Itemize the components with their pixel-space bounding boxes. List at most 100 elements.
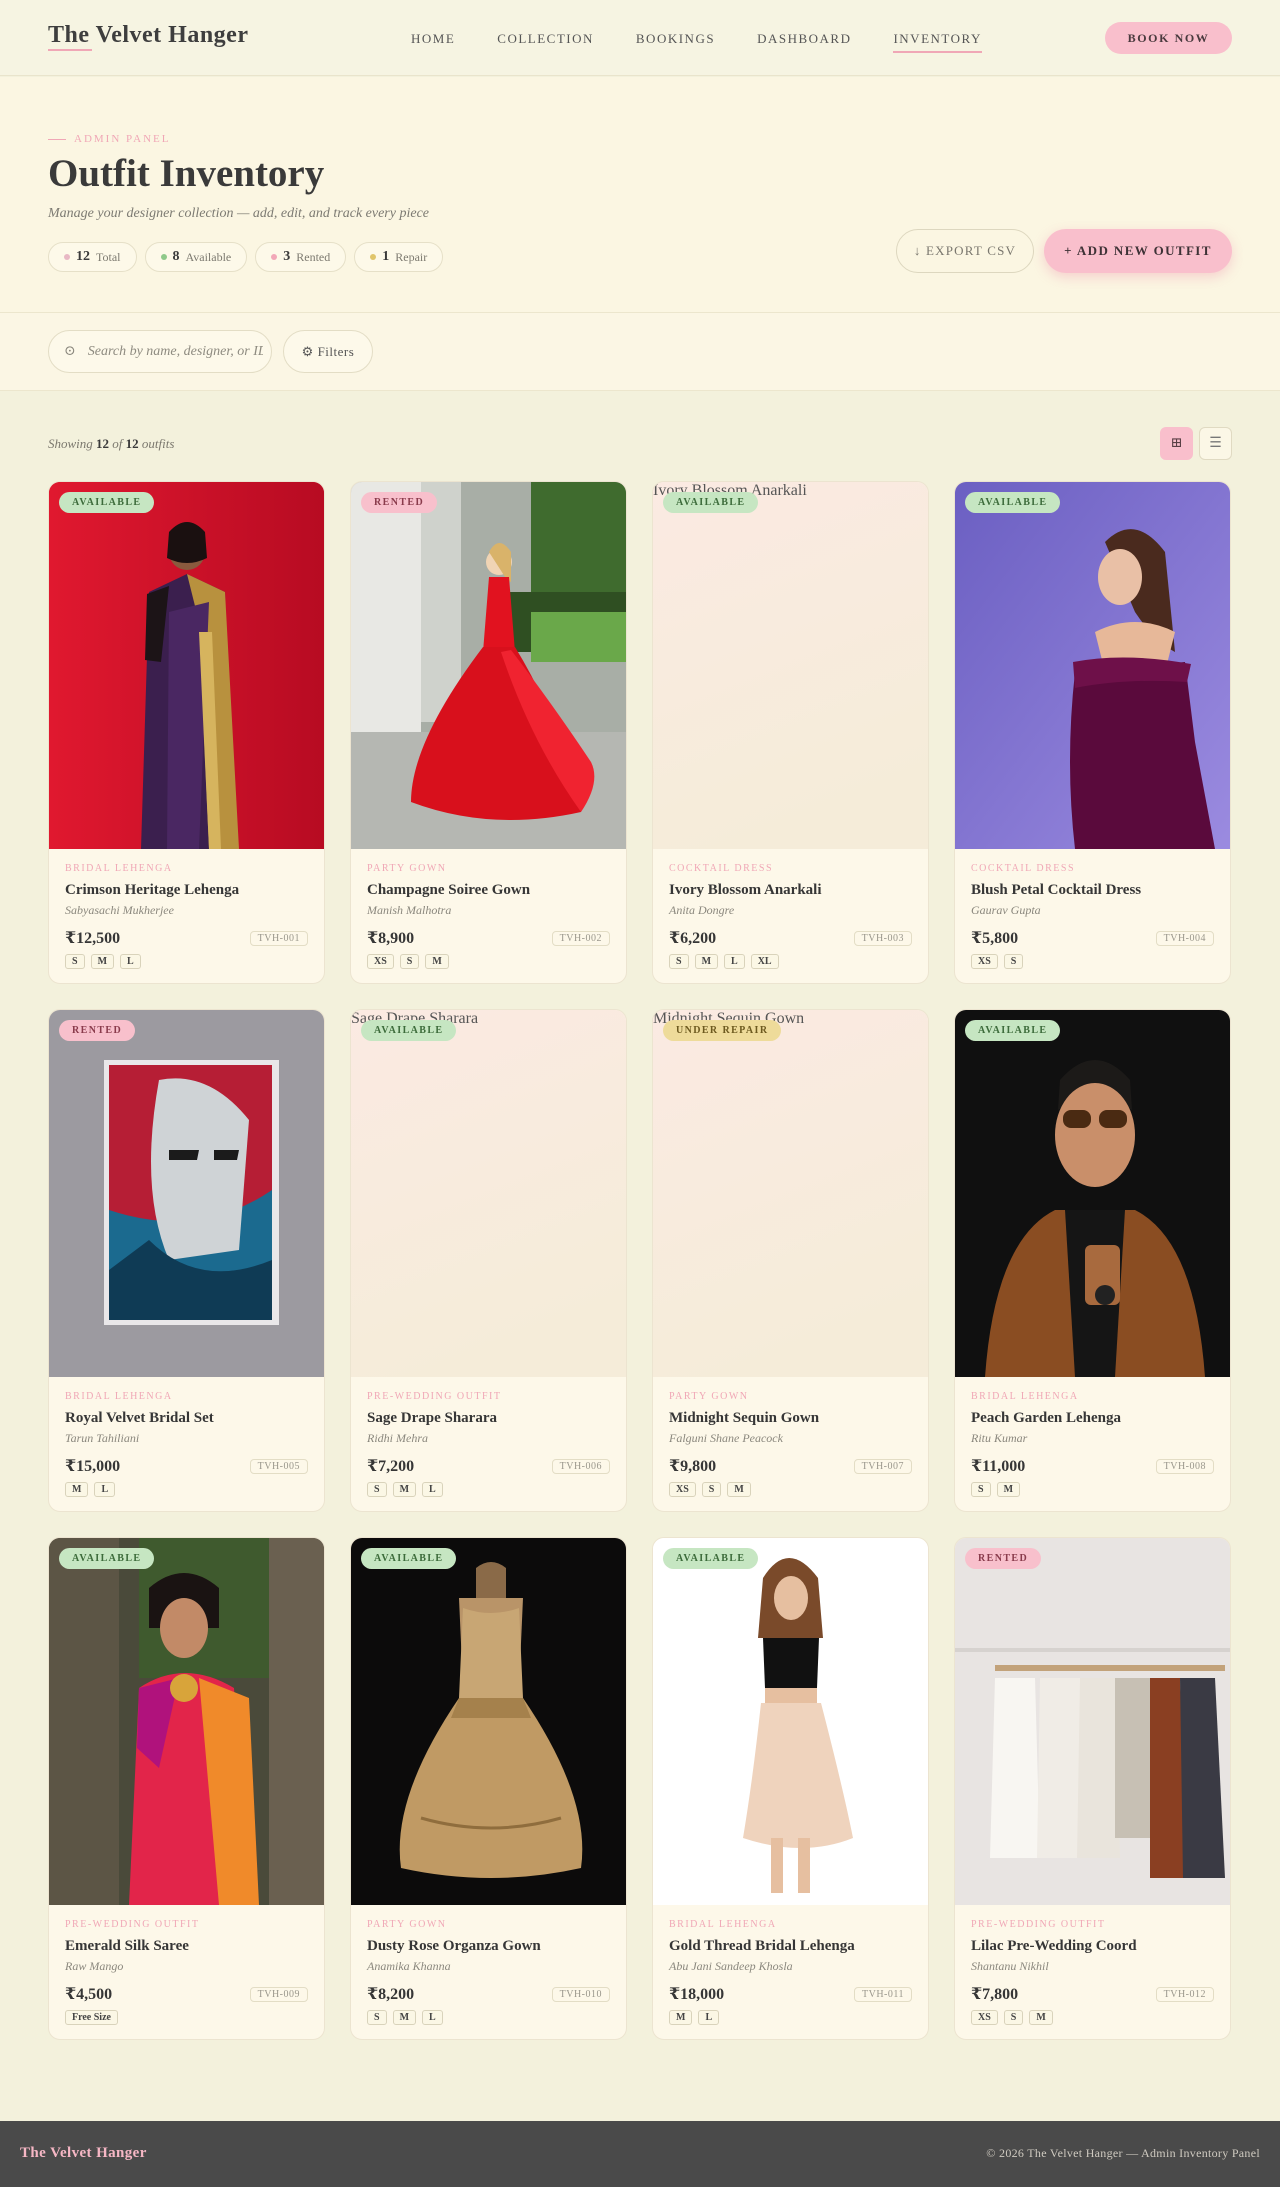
outfit-info: PARTY GOWN Champagne Soiree Gown Manish Ma… — [351, 849, 626, 969]
footer-copyright: © 2026 The Velvet Hanger — Admin Invento… — [986, 2146, 1260, 2160]
outfit-designer: Tarun Tahiliani — [65, 1431, 140, 1445]
outfit-name[interactable]: Sage Drape Sharara — [367, 1410, 610, 1427]
list-view-button[interactable]: ☰ — [1199, 427, 1232, 460]
search-input[interactable] — [87, 343, 263, 360]
size-chip: M — [65, 1482, 89, 1497]
book-now-button[interactable]: BOOK NOW — [1105, 22, 1232, 54]
outfit-info: PRE-WEDDING OUTFIT Emerald Silk Saree Raw … — [49, 1905, 324, 2025]
size-chip: XS — [367, 954, 394, 969]
outfit-name[interactable]: Midnight Sequin Gown — [669, 1410, 912, 1427]
search-toolbar: ⊙ ⚙ Filters — [0, 313, 1280, 391]
outfit-designer: Sabyasachi Mukherjee — [65, 903, 174, 917]
outfit-card[interactable]: AVAILABLE BRIDAL LEHENGA Gold Thread Brida… — [652, 1537, 929, 2040]
price-row: ₹8,900 TVH-002 — [367, 928, 610, 948]
outfit-price: ₹8,900 — [367, 930, 415, 947]
outfit-image[interactable]: AVAILABLE — [49, 1538, 324, 1905]
outfit-card[interactable]: RENTED BRIDAL LEHENGA Royal Velvet Bridal … — [48, 1009, 325, 1512]
outfit-designer: Raw Mango — [65, 1959, 124, 1973]
size-list: XS S M — [971, 2010, 1214, 2025]
stat-label: Rented — [296, 249, 331, 264]
grid-view-button[interactable]: ⊞ — [1160, 427, 1193, 460]
outfit-category: PARTY GOWN — [367, 1919, 447, 1930]
outfit-card[interactable]: Ivory Blossom Anarkali AVAILABLE COCKTAIL … — [652, 481, 929, 984]
outfit-card[interactable]: RENTED PARTY GOWN Champagne Soiree Gown Man… — [350, 481, 627, 984]
stat-dot — [271, 254, 278, 260]
outfit-price: ₹7,800 — [971, 1986, 1019, 2003]
nav-link-collection[interactable]: COLLECTION — [497, 31, 594, 53]
eyebrow-label: ADMIN PANEL — [48, 133, 170, 145]
size-chip: XS — [971, 2010, 998, 2025]
outfit-info: PRE-WEDDING OUTFIT Lilac Pre-Wedding Coor… — [955, 1905, 1230, 2025]
outfit-price: ₹9,800 — [669, 1458, 717, 1475]
outfit-card[interactable]: Sage Drape Sharara AVAILABLE PRE-WEDDING O… — [350, 1009, 627, 1512]
results-of: of — [112, 436, 123, 451]
outfit-category: PRE-WEDDING OUTFIT — [971, 1919, 1106, 1930]
size-list: ML — [669, 2010, 912, 2025]
outfit-image[interactable]: RENTED — [351, 482, 626, 849]
export-csv-button[interactable]: ↓ EXPORT CSV — [896, 229, 1034, 273]
status-badge: AVAILABLE — [663, 492, 759, 513]
outfit-card[interactable]: AVAILABLE BRIDAL LEHENGA Crimson Heritage … — [48, 481, 325, 984]
outfit-name[interactable]: Emerald Silk Saree — [65, 1938, 308, 1955]
add-new-outfit-button[interactable]: + ADD NEW OUTFIT — [1044, 229, 1232, 273]
size-chip: M — [90, 954, 115, 969]
outfit-image[interactable]: Ivory Blossom Anarkali AVAILABLE — [653, 482, 928, 849]
stat-dot — [64, 254, 70, 260]
outfit-name[interactable]: Royal Velvet Bridal Set — [65, 1410, 308, 1427]
price-row: ₹7,200 TVH-006 — [367, 1456, 610, 1476]
list-icon: ☰ — [1209, 436, 1222, 451]
outfit-code: TVH-005 — [249, 1458, 308, 1474]
size-list: XS S M — [367, 954, 610, 969]
size-chip: M — [669, 2010, 693, 2025]
outfit-name[interactable]: Dusty Rose Organza Gown — [367, 1938, 610, 1955]
outfit-image[interactable]: AVAILABLE — [955, 1010, 1230, 1377]
outfit-card[interactable]: AVAILABLE PARTY GOWN Dusty Rose Organza Go… — [350, 1537, 627, 2040]
outfit-price: ₹15,000 — [65, 1458, 121, 1475]
outfit-name[interactable]: Ivory Blossom Anarkali — [669, 882, 912, 899]
outfit-name[interactable]: Gold Thread Bridal Lehenga — [669, 1938, 912, 1955]
outfit-image[interactable]: AVAILABLE — [955, 482, 1230, 849]
outfit-info: COCKTAIL DRESS Ivory Blossom Anarkali Anit… — [653, 849, 928, 969]
filters-button[interactable]: ⚙ Filters — [283, 330, 373, 373]
outfit-card[interactable]: AVAILABLE PRE-WEDDING OUTFIT Emerald Silk … — [48, 1537, 325, 2040]
nav-link-bookings[interactable]: BOOKINGS — [636, 31, 715, 53]
size-list: SML — [65, 954, 308, 969]
outfit-category: BRIDAL LEHENGA — [669, 1919, 777, 1930]
outfit-designer: Falguni Shane Peacock — [669, 1431, 783, 1445]
outfit-name[interactable]: Lilac Pre-Wedding Coord — [971, 1938, 1214, 1955]
size-chip: S — [399, 954, 420, 969]
outfit-image[interactable]: AVAILABLE — [49, 482, 324, 849]
outfit-code: TVH-008 — [1155, 1458, 1214, 1474]
size-chip: Free Size — [65, 2010, 118, 2025]
outfit-image[interactable]: AVAILABLE — [653, 1538, 928, 1905]
outfit-image[interactable]: Sage Drape Sharara AVAILABLE — [351, 1010, 626, 1377]
outfit-image[interactable]: AVAILABLE — [351, 1538, 626, 1905]
search-box[interactable]: ⊙ — [48, 330, 272, 373]
status-badge: RENTED — [965, 1548, 1042, 1569]
size-chip: L — [698, 2010, 720, 2025]
nav-link-inventory[interactable]: INVENTORY — [893, 31, 983, 53]
outfit-name[interactable]: Blush Petal Cocktail Dress — [971, 882, 1214, 899]
status-badge: AVAILABLE — [663, 1548, 759, 1569]
outfit-image[interactable]: RENTED — [955, 1538, 1230, 1905]
outfit-name[interactable]: Peach Garden Lehenga — [971, 1410, 1214, 1427]
outfit-image[interactable]: Midnight Sequin Gown UNDER REPAIR — [653, 1010, 928, 1377]
outfit-card[interactable]: RENTED PRE-WEDDING OUTFIT Lilac Pre-Weddin… — [954, 1537, 1231, 2040]
size-list: ML — [65, 1482, 308, 1497]
outfit-card[interactable]: Midnight Sequin Gown UNDER REPAIR PARTY GO… — [652, 1009, 929, 1512]
nav-link-dashboard[interactable]: DASHBOARD — [757, 31, 851, 53]
outfit-card[interactable]: AVAILABLE COCKTAIL DRESS Blush Petal Cockt… — [954, 481, 1231, 984]
size-list: SML — [367, 1482, 610, 1497]
outfit-price: ₹7,200 — [367, 1458, 415, 1475]
brand-logo[interactable]: The Velvet Hanger — [48, 22, 249, 49]
size-chip: S — [1003, 2010, 1024, 2025]
outfit-name[interactable]: Champagne Soiree Gown — [367, 882, 610, 899]
nav-link-home[interactable]: HOME — [411, 31, 455, 53]
size-chip: S — [1003, 954, 1024, 969]
size-chip: L — [120, 954, 141, 969]
outfit-name[interactable]: Crimson Heritage Lehenga — [65, 882, 308, 899]
outfit-image[interactable]: RENTED — [49, 1010, 324, 1377]
price-row: ₹18,000 TVH-011 — [669, 1984, 912, 2004]
outfit-card[interactable]: AVAILABLE BRIDAL LEHENGA Peach Garden Lehe… — [954, 1009, 1231, 1512]
outfit-price: ₹11,000 — [971, 1458, 1026, 1475]
